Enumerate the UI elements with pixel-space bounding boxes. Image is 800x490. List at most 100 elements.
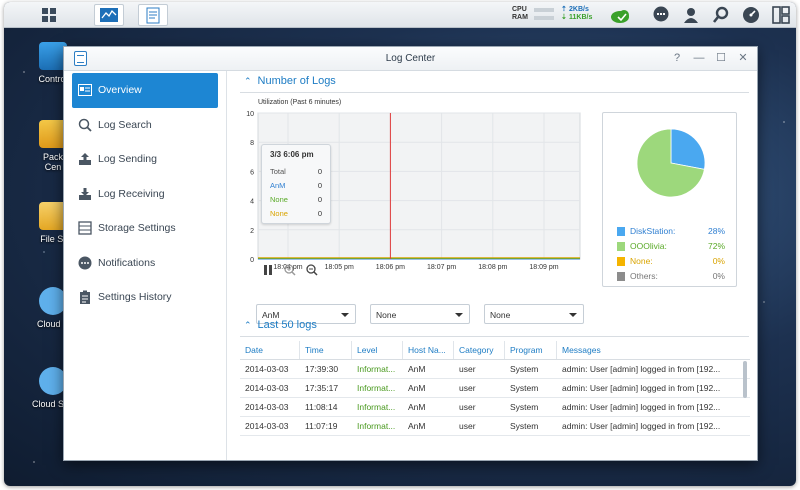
chat-icon[interactable] [652, 6, 670, 24]
window-titlebar[interactable]: Log Center ? — ☐ ✕ [64, 47, 757, 71]
number-of-logs-header[interactable]: ⌃ Number of Logs [244, 75, 336, 87]
sidebar: Overview Log Search Log Sending Log Rece… [64, 71, 227, 460]
sidebar-item-label: Storage Settings [98, 222, 176, 235]
x-tick-label: 18:09 pm [529, 264, 558, 271]
legend-swatch [617, 241, 625, 251]
tooltip-row: None 0 [270, 209, 322, 218]
sidebar-item-label: Settings History [98, 291, 172, 304]
host-distribution-panel: DiskStation: 28% OOOlivia: 72% None: 0% … [602, 112, 737, 287]
sidebar-item-overview[interactable]: Overview [72, 73, 218, 108]
y-tick-label: 2 [250, 228, 254, 235]
cpu-label: CPU [512, 6, 527, 13]
last-logs-header[interactable]: ⌃ Last 50 logs [244, 319, 317, 331]
legend-swatch [617, 256, 625, 266]
grid-icon [42, 8, 56, 22]
chat-icon [78, 256, 92, 270]
download-arrow-icon: ⇣ [561, 14, 567, 21]
chevron-up-icon: ⌃ [244, 75, 252, 86]
tooltip-row: None 0 [270, 195, 322, 204]
download-rate: 11KB/s [569, 14, 593, 21]
log-icon [146, 7, 160, 23]
sidebar-item-storage-settings[interactable]: Storage Settings [72, 211, 218, 246]
column-header-date[interactable]: Date [240, 341, 300, 359]
minimize-button[interactable]: — [693, 52, 705, 64]
log-center-window: Log Center ? — ☐ ✕ Overview Log Search L… [63, 46, 758, 461]
chart-tooltip: 3/3 6:06 pm Total 0 AnM 0 None 0 None 0 [261, 144, 331, 224]
cloud-sync-icon[interactable] [610, 6, 632, 24]
table-scrollbar[interactable] [743, 361, 747, 398]
main-menu-button[interactable] [34, 4, 64, 26]
host-pie-chart [636, 128, 706, 198]
download-icon [78, 187, 92, 201]
section-title: Number of Logs [257, 75, 336, 87]
sidebar-item-log-search[interactable]: Log Search [72, 108, 218, 143]
table-row[interactable]: 2014-03-03 11:08:14 Informat... AnM user… [240, 398, 750, 417]
x-tick-label: 18:08 pm [478, 264, 507, 271]
y-tick-label: 0 [250, 257, 254, 264]
ram-label: RAM [512, 14, 528, 21]
chevron-up-icon: ⌃ [244, 319, 252, 330]
sidebar-item-label: Log Search [98, 118, 152, 131]
chevron-down-icon [341, 313, 349, 317]
divider [240, 336, 749, 337]
x-tick-label: 18:07 pm [427, 264, 456, 271]
legend-item-diskstation: DiskStation: 28% [617, 226, 725, 236]
maximize-button[interactable]: ☐ [715, 52, 727, 64]
user-icon[interactable] [682, 6, 700, 24]
main-panel: ⌃ Number of Logs Utilization (Past 6 min… [228, 71, 757, 460]
y-tick-label: 4 [250, 199, 254, 206]
sidebar-item-label: Log Sending [98, 153, 157, 166]
zoom-out-icon[interactable] [306, 264, 318, 276]
sidebar-item-log-receiving[interactable]: Log Receiving [72, 177, 218, 212]
taskbar: CPU RAM ⇡ 2KB/s ⇣ 11KB/s [4, 2, 796, 28]
search-icon[interactable] [712, 6, 730, 24]
table-row[interactable]: 2014-03-03 17:35:17 Informat... AnM user… [240, 379, 750, 398]
cpu-bar [534, 8, 554, 12]
section-title: Last 50 logs [257, 319, 317, 331]
sidebar-item-notifications[interactable]: Notifications [72, 246, 218, 281]
column-header-host[interactable]: Host Na... [403, 341, 454, 359]
column-header-level[interactable]: Level [352, 341, 403, 359]
window-title: Log Center [385, 53, 436, 64]
log-center-taskbar-button[interactable] [138, 4, 168, 26]
host-filter-select-3[interactable]: None [484, 304, 584, 324]
pause-icon[interactable] [262, 264, 274, 276]
y-tick-label: 8 [250, 140, 254, 147]
column-header-time[interactable]: Time [300, 341, 352, 359]
dashboard-icon[interactable] [742, 6, 760, 24]
zoom-in-icon[interactable] [284, 264, 296, 276]
sidebar-item-settings-history[interactable]: Settings History [72, 280, 218, 315]
table-row[interactable]: 2014-03-03 11:07:19 Informat... AnM user… [240, 417, 750, 436]
column-header-messages[interactable]: Messages [557, 341, 750, 359]
resource-monitor-taskbar-button[interactable] [94, 4, 124, 26]
widgets-icon[interactable] [772, 6, 790, 24]
search-icon [78, 118, 92, 132]
sidebar-item-label: Log Receiving [98, 187, 165, 200]
upload-icon [78, 152, 92, 166]
x-tick-label: 18:06 pm [376, 264, 405, 271]
close-button[interactable]: ✕ [737, 52, 749, 64]
storage-icon [78, 221, 92, 235]
legend-item-ooolivia: OOOlivia: 72% [617, 241, 725, 251]
sidebar-item-log-sending[interactable]: Log Sending [72, 142, 218, 177]
chevron-down-icon [569, 313, 577, 317]
upload-rate: 2KB/s [569, 6, 589, 13]
pie-slice [670, 128, 706, 170]
help-button[interactable]: ? [671, 52, 683, 64]
table-row[interactable]: 2014-03-03 17:39:30 Informat... AnM user… [240, 360, 750, 379]
chevron-down-icon [455, 313, 463, 317]
legend-swatch [617, 226, 625, 236]
utilization-label: Utilization (Past 6 minutes) [258, 99, 342, 106]
ram-bar [534, 16, 554, 20]
overview-icon [78, 83, 92, 97]
upload-arrow-icon: ⇡ [561, 6, 567, 13]
legend-swatch [617, 271, 625, 281]
tooltip-row: AnM 0 [270, 181, 322, 190]
host-filter-select-2[interactable]: None [370, 304, 470, 324]
column-header-category[interactable]: Category [454, 341, 505, 359]
column-header-program[interactable]: Program [505, 341, 557, 359]
chart-series [258, 257, 580, 260]
sidebar-item-label: Notifications [98, 256, 156, 269]
table-header: Date Time Level Host Na... Category Prog… [240, 341, 750, 360]
x-tick-label: 18:05 pm [325, 264, 354, 271]
